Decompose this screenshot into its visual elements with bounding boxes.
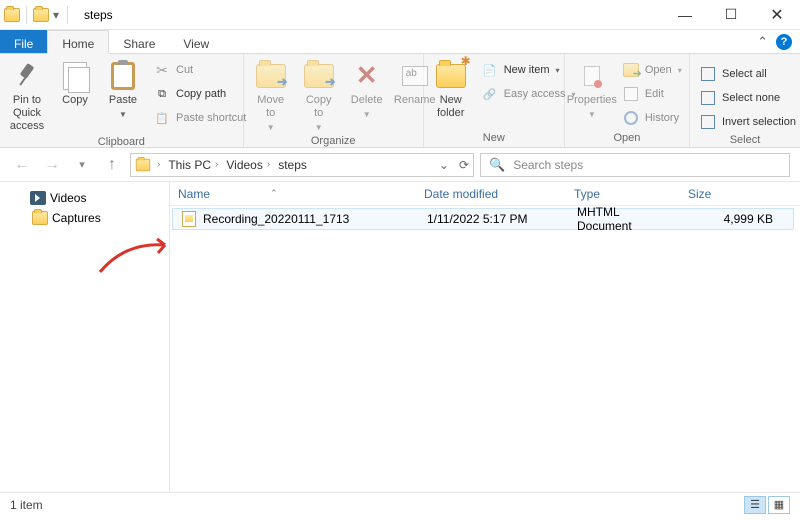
address-dropdown-icon[interactable]: ⌄	[439, 158, 449, 172]
breadcrumb-item[interactable]: Videos›	[224, 158, 272, 172]
refresh-button[interactable]: ⟳	[459, 158, 469, 172]
window-title: steps	[84, 8, 113, 22]
chevron-right-icon[interactable]: ›	[215, 159, 218, 170]
select-all-button[interactable]: Select all	[696, 64, 800, 84]
forward-button[interactable]: →	[40, 153, 64, 177]
paste-shortcut-icon: 📋	[154, 110, 170, 126]
copy-path-button[interactable]: ⧉Copy path	[150, 84, 250, 104]
file-row[interactable]: Recording_20220111_1713 1/11/2022 5:17 P…	[172, 208, 794, 230]
chevron-down-icon: ▼	[315, 123, 323, 133]
help-icon[interactable]: ?	[776, 34, 792, 50]
recent-locations-button[interactable]: ▾	[70, 153, 94, 177]
column-type[interactable]: Type	[566, 187, 680, 201]
chevron-right-icon[interactable]: ›	[267, 159, 270, 170]
chevron-down-icon: ▼	[363, 110, 371, 120]
chevron-right-icon[interactable]: ›	[157, 159, 160, 170]
video-folder-icon	[30, 191, 46, 205]
invert-selection-icon	[701, 115, 715, 129]
column-date[interactable]: Date modified	[416, 187, 566, 201]
up-button[interactable]: ↑	[100, 153, 124, 177]
edit-icon	[624, 87, 638, 101]
copy-icon	[63, 62, 87, 90]
collapse-ribbon-icon[interactable]: ⌃	[757, 34, 768, 50]
pin-icon	[13, 62, 41, 90]
invert-selection-button[interactable]: Invert selection	[696, 112, 800, 132]
folder-icon	[4, 8, 20, 22]
folder-icon	[32, 211, 48, 225]
mhtml-file-icon	[182, 211, 196, 227]
sort-indicator-icon: ⌃	[270, 188, 278, 199]
search-icon: 🔍	[489, 157, 505, 173]
delete-icon: ✕	[356, 60, 378, 91]
new-item-icon: 📄	[482, 62, 498, 78]
file-date: 1/11/2022 5:17 PM	[419, 212, 569, 226]
column-name[interactable]: Name⌃	[170, 187, 416, 201]
select-all-icon	[701, 67, 715, 81]
tab-home[interactable]: Home	[47, 30, 109, 54]
easy-access-icon: 🔗	[482, 86, 498, 102]
tab-share[interactable]: Share	[109, 30, 169, 53]
copy-to-button[interactable]: ➜ Copy to ▼	[298, 56, 340, 133]
tab-file[interactable]: File	[0, 30, 47, 53]
paste-button[interactable]: Paste ▼	[102, 56, 144, 120]
paste-icon	[111, 62, 135, 90]
new-folder-button[interactable]: ✱ New folder	[430, 56, 472, 120]
tree-item-videos[interactable]: Videos	[4, 188, 165, 208]
scissors-icon: ✂	[154, 62, 170, 78]
status-item-count: 1 item	[10, 498, 43, 512]
search-input[interactable]: 🔍 Search steps	[480, 153, 790, 177]
breadcrumb-item[interactable]: This PC›	[166, 158, 220, 172]
edit-button[interactable]: Edit	[619, 84, 686, 104]
tree-item-captures[interactable]: Captures	[4, 208, 165, 228]
close-button[interactable]: ✕	[754, 0, 800, 29]
group-label: Clipboard	[6, 134, 237, 151]
copy-path-icon: ⧉	[154, 86, 170, 102]
maximize-button[interactable]: ☐	[708, 0, 754, 29]
chevron-down-icon: ▼	[119, 110, 127, 120]
select-none-icon	[701, 91, 715, 105]
file-type: MHTML Document	[569, 205, 683, 233]
group-label: New	[430, 130, 558, 147]
qat-dropdown-icon[interactable]: ▾	[51, 8, 61, 22]
minimize-button[interactable]: —	[662, 0, 708, 29]
folder-icon: ➜	[304, 64, 334, 88]
chevron-down-icon: ▼	[588, 110, 596, 120]
open-icon: ➜	[623, 63, 639, 77]
address-bar[interactable]: › This PC› Videos› steps ⌄ ⟳	[130, 153, 474, 177]
history-button[interactable]: History	[619, 108, 686, 128]
pin-to-quick-access-button[interactable]: Pin to Quick access	[6, 56, 48, 134]
column-size[interactable]: Size	[680, 187, 800, 201]
group-label: Organize	[250, 133, 417, 150]
rename-icon	[402, 66, 428, 86]
column-headers: Name⌃ Date modified Type Size	[170, 182, 800, 206]
folder-icon	[136, 158, 150, 171]
copy-button[interactable]: Copy	[54, 56, 96, 107]
group-label: Select	[696, 132, 794, 149]
history-icon	[624, 111, 638, 125]
cut-button[interactable]: ✂Cut	[150, 60, 250, 80]
tab-view[interactable]: View	[169, 30, 223, 53]
move-to-button[interactable]: ➜ Move to ▼	[250, 56, 292, 133]
breadcrumb-item[interactable]: steps	[276, 158, 309, 172]
qat-folder-icon[interactable]	[33, 8, 49, 22]
properties-button[interactable]: Properties ▼	[571, 56, 613, 120]
nav-tree[interactable]: Videos Captures	[0, 182, 170, 492]
select-none-button[interactable]: Select none	[696, 88, 800, 108]
chevron-down-icon: ▼	[267, 123, 275, 133]
details-view-button[interactable]: ☰	[744, 496, 766, 514]
open-button[interactable]: ➜Open▾	[619, 60, 686, 80]
easy-access-button[interactable]: 🔗Easy access▾	[478, 84, 580, 104]
folder-icon: ➜	[256, 64, 286, 88]
rename-button[interactable]: Rename	[394, 56, 436, 107]
group-label: Open	[571, 130, 683, 147]
back-button[interactable]: ←	[10, 153, 34, 177]
file-name: Recording_20220111_1713	[203, 212, 349, 226]
file-size: 4,999 KB	[683, 212, 793, 226]
thumbnails-view-button[interactable]: ▦	[768, 496, 790, 514]
paste-shortcut-button[interactable]: 📋Paste shortcut	[150, 108, 250, 128]
properties-icon	[584, 66, 600, 86]
delete-button[interactable]: ✕ Delete ▼	[346, 56, 388, 120]
new-badge-icon: ✱	[461, 54, 471, 68]
